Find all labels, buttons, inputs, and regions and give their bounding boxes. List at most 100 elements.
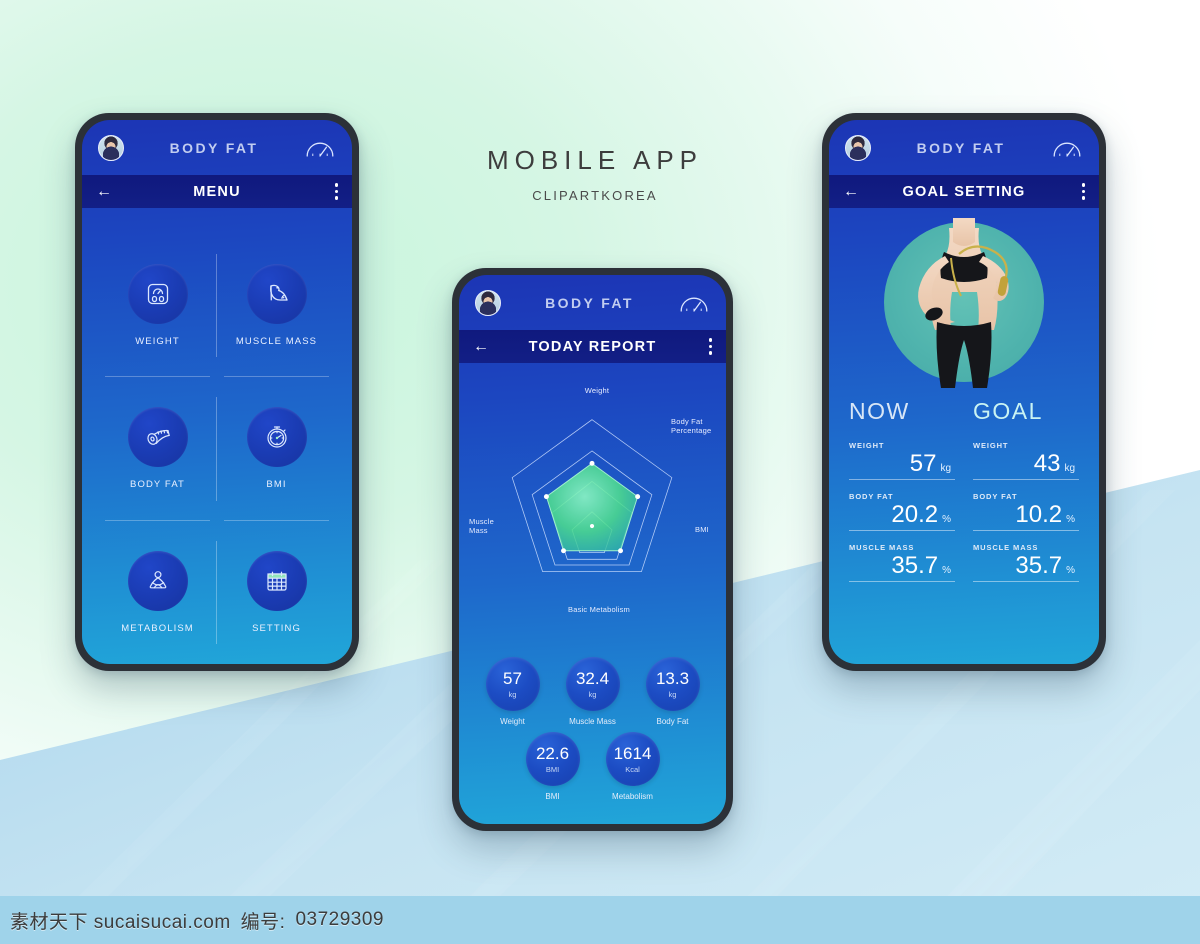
radar-axis-label-basic-metabolism: Basic Metabolism — [568, 605, 630, 614]
radar-axis-label-muscle-mass: Muscle Mass — [469, 517, 494, 535]
radar-axis-label-weight: Weight — [584, 386, 610, 395]
metric-goal-muscle-mass[interactable]: MUSCLE MASS 35.7 % — [973, 543, 1079, 582]
goal-screen: BODY FAT ← GOAL SETTING NOW WEIGHT 57 kg… — [829, 120, 1099, 664]
stat-metabolism[interactable]: 1614 Kcal Metabolism — [602, 732, 664, 801]
stat-value: 32.4 — [575, 668, 610, 688]
user-avatar-photo[interactable] — [845, 134, 871, 161]
metric-unit: kg — [1064, 463, 1075, 474]
stat-bubble: 13.3 kg — [645, 657, 700, 711]
metric-value: 57 — [909, 450, 937, 477]
column-heading-goal: GOAL — [973, 398, 1043, 424]
speedometer-icon[interactable] — [304, 138, 336, 158]
back-arrow-icon[interactable]: ← — [843, 183, 859, 200]
stat-unit: kg — [668, 689, 677, 699]
menu-item-bmi[interactable]: BMI — [217, 377, 336, 521]
screen-title: MENU — [193, 183, 241, 200]
metric-value: 20.2 — [891, 501, 939, 528]
menu-item-weight[interactable]: WEIGHT — [98, 234, 217, 378]
menu-item-setting[interactable]: SETTING — [217, 521, 336, 664]
stat-bubble: 57 kg — [485, 657, 540, 711]
back-arrow-icon[interactable]: ← — [473, 338, 489, 355]
metric-label: WEIGHT — [973, 441, 1009, 450]
tape-measure-icon — [127, 407, 188, 468]
metric-now-muscle-mass[interactable]: MUSCLE MASS 35.7 % — [849, 543, 955, 582]
radar-series-today — [545, 462, 639, 552]
weight-scale-icon — [127, 264, 188, 325]
screen-title: GOAL SETTING — [902, 183, 1026, 200]
metric-unit: % — [1066, 565, 1075, 576]
menu-item-label: MUSCLE MASS — [235, 336, 318, 348]
user-avatar-photo[interactable] — [98, 134, 124, 161]
menu-item-metabolism[interactable]: METABOLISM — [98, 521, 217, 664]
metric-label: BODY FAT — [849, 492, 894, 501]
stat-bmi[interactable]: 22.6 BMI BMI — [522, 732, 584, 801]
menu-item-label: BODY FAT — [130, 479, 185, 491]
goal-body: NOW WEIGHT 57 kg BODY FAT 20.2 % MUSCLE … — [829, 208, 1099, 664]
kebab-menu-icon[interactable] — [1081, 183, 1085, 200]
user-avatar-photo[interactable] — [475, 289, 501, 316]
speedometer-icon[interactable] — [678, 293, 710, 313]
kebab-menu-icon[interactable] — [334, 183, 338, 200]
stopwatch-icon — [246, 407, 307, 468]
metric-unit: % — [1066, 514, 1075, 525]
metric-now-body-fat[interactable]: BODY FAT 20.2 % — [849, 492, 955, 531]
phone-report-screen: BODY FAT ← TODAY REPORT Weight Body Fat … — [452, 268, 733, 831]
stat-muscle-mass[interactable]: 32.4 kg Muscle Mass — [562, 657, 624, 726]
menu-item-label: METABOLISM — [121, 622, 194, 634]
app-title: BODY FAT — [545, 294, 634, 311]
stat-unit: kg — [588, 689, 597, 699]
kebab-menu-icon[interactable] — [708, 338, 712, 355]
meditation-pose-icon — [127, 550, 188, 611]
stat-unit: BMI — [545, 764, 560, 774]
report-body: Weight Body Fat Percentage BMI Basic Met… — [459, 363, 726, 824]
column-heading-now: NOW — [849, 398, 910, 424]
metric-goal-weight[interactable]: WEIGHT 43 kg — [973, 441, 1079, 480]
stat-unit: Kcal — [625, 764, 640, 774]
metric-goal-body-fat[interactable]: BODY FAT 10.2 % — [973, 492, 1079, 531]
metric-unit: % — [942, 514, 951, 525]
menu-item-muscle-mass[interactable]: MUSCLE MASS — [217, 234, 336, 378]
goal-column-goal: GOAL WEIGHT 43 kg BODY FAT 10.2 % MUSCLE… — [973, 398, 1079, 594]
goal-comparison: NOW WEIGHT 57 kg BODY FAT 20.2 % MUSCLE … — [829, 382, 1099, 594]
page-title: MOBILE APP — [486, 145, 704, 175]
stat-value: 1614 — [613, 743, 652, 763]
metric-value: 35.7 — [891, 552, 939, 579]
menu-item-label: WEIGHT — [135, 336, 180, 348]
stat-bubble: 32.4 kg — [565, 657, 620, 711]
watermark-id-label: 编号: — [240, 911, 286, 933]
stat-value: 22.6 — [535, 743, 570, 763]
menu-body: WEIGHT MUSCLE MASS BODY FAT BMI METABOLI… — [82, 208, 352, 664]
calendar-icon — [246, 550, 307, 611]
report-stats: 57 kg Weight 32.4 kg Muscle Mass 13.3 kg… — [459, 653, 726, 801]
watermark-site: 素材天下 sucaisucai.com — [10, 911, 231, 933]
metric-now-weight[interactable]: WEIGHT 57 kg — [849, 441, 955, 480]
stat-unit: kg — [508, 689, 517, 699]
sub-nav-bar: ← MENU — [82, 175, 352, 208]
report-screen: BODY FAT ← TODAY REPORT Weight Body Fat … — [459, 275, 726, 824]
stat-caption: Body Fat — [656, 717, 689, 726]
stat-caption: Muscle Mass — [569, 717, 616, 726]
stat-body-fat[interactable]: 13.3 kg Body Fat — [642, 657, 704, 726]
app-title: BODY FAT — [916, 139, 1006, 156]
goal-column-now: NOW WEIGHT 57 kg BODY FAT 20.2 % MUSCLE … — [849, 398, 955, 594]
poster-canvas: MOBILE APP CLIPARTKOREA BODY FAT ← MENU — [0, 0, 1200, 944]
stat-weight[interactable]: 57 kg Weight — [482, 657, 544, 726]
stat-bubble: 22.6 BMI — [525, 732, 580, 786]
menu-item-label: SETTING — [252, 622, 301, 634]
metric-unit: % — [942, 565, 951, 576]
stat-caption: Metabolism — [612, 792, 653, 801]
menu-screen: BODY FAT ← MENU WEIGHT MUSCLE MASS BODY … — [82, 120, 352, 664]
app-bar: BODY FAT — [459, 275, 726, 330]
radar-axis-label-body-fat-percentage: Body Fat Percentage — [671, 417, 712, 435]
stat-value: 13.3 — [655, 668, 690, 688]
menu-grid: WEIGHT MUSCLE MASS BODY FAT BMI METABOLI… — [98, 234, 336, 664]
sub-nav-bar: ← TODAY REPORT — [459, 330, 726, 363]
sub-nav-bar: ← GOAL SETTING — [829, 175, 1099, 208]
speedometer-icon[interactable] — [1051, 138, 1083, 158]
menu-item-body-fat[interactable]: BODY FAT — [98, 377, 217, 521]
metric-unit: kg — [940, 463, 951, 474]
metric-value: 43 — [1033, 450, 1061, 477]
metric-value: 35.7 — [1015, 552, 1063, 579]
back-arrow-icon[interactable]: ← — [96, 183, 112, 200]
stat-row: 22.6 BMI BMI 1614 Kcal Metabolism — [481, 732, 704, 801]
